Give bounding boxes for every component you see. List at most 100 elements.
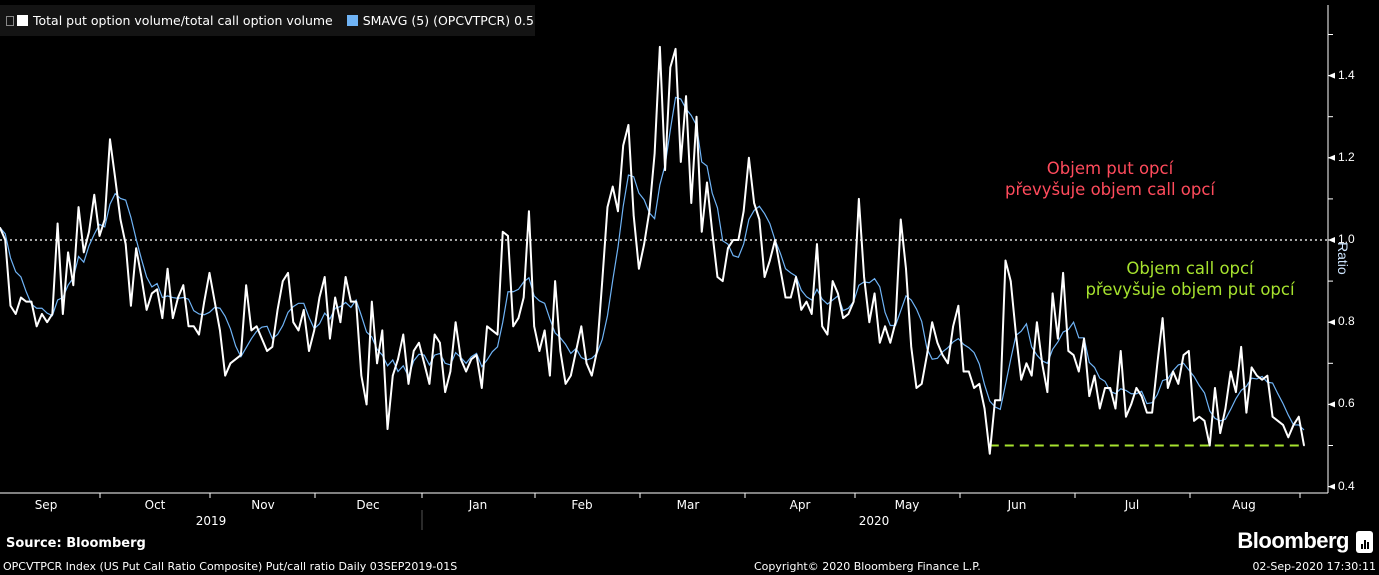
- data-point-199: [1041, 362, 1043, 365]
- data-point-138: [721, 280, 724, 282]
- data-point-225: [1177, 383, 1180, 385]
- data-point-249: [1303, 444, 1305, 447]
- data-point-242: [1266, 374, 1269, 377]
- data-point-158: [826, 333, 829, 336]
- data-point-118: [617, 210, 619, 213]
- data-point-127: [664, 169, 666, 171]
- data-point-171: [894, 321, 897, 324]
- data-point-248: [1297, 415, 1300, 418]
- data-point-234: [1224, 407, 1227, 410]
- data-point-201: [1051, 292, 1054, 295]
- data-point-105: [549, 374, 551, 377]
- data-point-243: [1271, 415, 1274, 418]
- data-point-187: [978, 383, 981, 385]
- data-point-6: [30, 300, 33, 303]
- data-point-241: [1261, 378, 1263, 381]
- data-point-161: [842, 317, 844, 319]
- y-tick-label: 1.2: [1338, 149, 1355, 164]
- series-put-call-ratio-line: [0, 45, 1305, 455]
- data-point-12: [62, 313, 64, 315]
- data-point-141: [737, 239, 740, 241]
- data-point-99: [517, 317, 520, 319]
- data-point-131: [685, 95, 687, 97]
- data-point-133: [695, 115, 698, 118]
- data-point-113: [590, 374, 593, 377]
- y-axis-label: Ratio: [1335, 242, 1351, 275]
- data-point-51: [266, 350, 268, 352]
- data-point-1: [4, 239, 7, 241]
- data-point-36: [187, 325, 190, 328]
- x-tick-label: Aug: [1232, 498, 1256, 512]
- bloomberg-logo: Bloomberg: [1237, 528, 1349, 553]
- annotation-put: Objem put opcí převyšuje objem call opcí: [960, 158, 1260, 200]
- data-point-64: [334, 296, 336, 299]
- data-point-103: [538, 350, 541, 352]
- y-tick-label: 1.4: [1338, 67, 1355, 82]
- data-point-21: [109, 138, 111, 141]
- data-point-62: [323, 276, 326, 278]
- data-point-108: [564, 383, 567, 385]
- data-point-140: [732, 239, 734, 241]
- data-point-139: [727, 247, 729, 250]
- data-point-78: [407, 383, 410, 385]
- data-point-186: [973, 387, 975, 389]
- data-point-168: [879, 341, 881, 344]
- data-point-14: [72, 284, 75, 287]
- data-point-95: [496, 333, 499, 336]
- data-point-112: [585, 362, 588, 365]
- data-point-55: [287, 272, 289, 274]
- data-point-37: [192, 325, 195, 328]
- data-point-160: [837, 292, 839, 295]
- data-point-40: [208, 272, 211, 274]
- data-point-246: [1287, 436, 1290, 439]
- data-point-206: [1078, 370, 1080, 373]
- data-point-5: [25, 300, 27, 303]
- data-point-52: [271, 346, 274, 348]
- data-point-117: [611, 185, 614, 188]
- annotation-put-line2: převyšuje objem call opcí: [1004, 180, 1216, 199]
- data-point-207: [1083, 337, 1085, 340]
- data-point-39: [203, 300, 206, 303]
- data-point-28: [145, 309, 148, 311]
- data-point-15: [77, 206, 80, 208]
- data-point-17: [88, 230, 90, 233]
- data-point-185: [968, 370, 970, 373]
- source-label: Source: Bloomberg: [6, 536, 146, 551]
- data-point-98: [512, 325, 515, 328]
- data-point-110: [575, 350, 577, 352]
- legend-swatch-blue: [346, 15, 358, 26]
- data-point-11: [56, 222, 59, 225]
- data-point-157: [821, 325, 824, 328]
- data-point-167: [873, 292, 876, 295]
- data-point-85: [444, 391, 446, 393]
- data-point-179: [936, 341, 939, 344]
- data-point-210: [1098, 407, 1101, 410]
- data-point-191: [999, 399, 1002, 402]
- data-point-7: [35, 325, 38, 328]
- pin-icon[interactable]: [6, 15, 14, 26]
- data-point-25: [130, 304, 132, 307]
- data-point-114: [596, 350, 598, 352]
- data-point-205: [1072, 354, 1075, 356]
- data-point-122: [638, 267, 640, 270]
- year-label: 2020: [858, 514, 890, 528]
- bloomberg-chart-icon: [1356, 531, 1373, 553]
- data-point-142: [742, 210, 745, 213]
- data-point-84: [439, 341, 441, 344]
- data-point-50: [261, 337, 263, 340]
- data-point-235: [1229, 370, 1232, 373]
- x-tick-label: Dec: [356, 498, 380, 512]
- data-point-237: [1240, 346, 1242, 348]
- data-point-22: [114, 177, 117, 180]
- data-point-106: [554, 280, 556, 282]
- data-point-180: [941, 354, 944, 356]
- data-point-124: [648, 210, 651, 213]
- data-point-197: [1030, 374, 1033, 377]
- annotation-call: Objem call opcí převyšuje objem put opcí: [1060, 258, 1320, 300]
- y-tick-marker: [1328, 154, 1335, 161]
- footer-description: OPCVTPCR Index (US Put Call Ratio Compos…: [3, 560, 458, 573]
- x-tick-label: Feb: [571, 498, 593, 512]
- x-tick-label: Apr: [789, 498, 811, 512]
- data-point-91: [475, 354, 478, 356]
- data-point-13: [67, 251, 69, 254]
